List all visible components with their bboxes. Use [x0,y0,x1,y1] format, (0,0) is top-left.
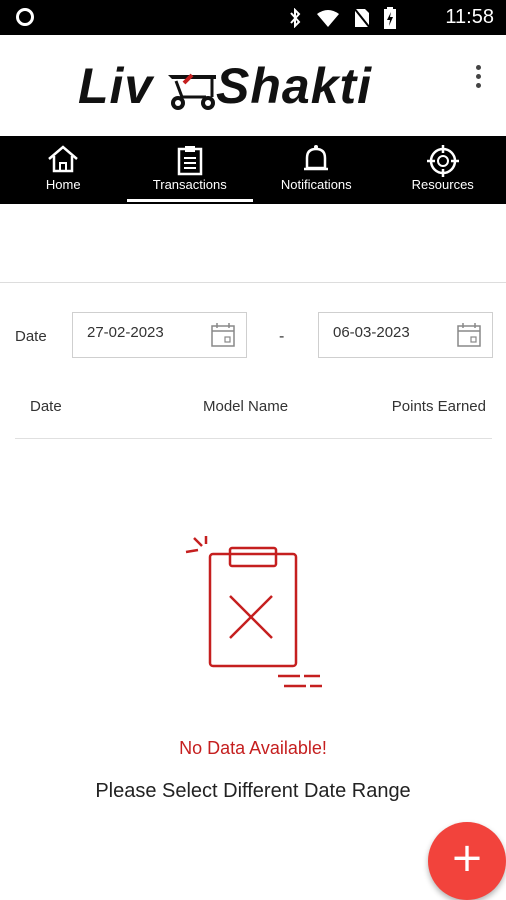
crosshair-icon [426,145,459,177]
tab-transactions-label: Transactions [152,177,227,192]
bluetooth-icon [290,8,301,28]
calendar-icon[interactable] [456,322,482,348]
calendar-icon[interactable] [210,322,236,348]
wifi-icon [317,10,339,27]
home-icon [48,145,79,173]
tab-home[interactable]: Home [0,136,127,204]
content-spacer [0,204,506,283]
tab-resources-label: Resources [411,177,474,192]
from-date-value: 27-02-2023 [87,324,164,341]
column-header-date: Date [30,398,62,415]
date-filter: Date 27-02-2023 - 06-03-2023 [0,312,506,360]
tab-transactions[interactable]: Transactions [126,136,254,204]
tab-notifications[interactable]: Notifications [253,136,380,204]
notification-dot-icon [16,8,34,26]
to-date-field[interactable]: 06-03-2023 [318,312,493,358]
no-sim-icon [354,8,370,28]
table-header: Date Model Name Points Earned [15,388,492,439]
bell-icon [304,145,329,171]
to-date-value: 06-03-2023 [333,324,410,341]
app-logo: Liv Shakti [78,57,408,119]
date-separator: - [279,328,285,345]
tab-bar: Home Transactions Notifications Resource… [0,136,506,204]
scooter-icon [168,73,216,110]
plus-icon: + [450,835,484,881]
date-label: Date [15,328,47,345]
add-button[interactable]: + [428,822,506,900]
clipboard-icon [177,146,202,176]
status-time: 11:58 [445,6,494,28]
more-vertical-icon[interactable] [474,65,482,91]
column-header-model-name: Model Name [203,398,289,415]
tab-home-label: Home [45,177,81,192]
app-header: Liv Shakti [0,35,506,136]
empty-clipboard-icon [185,536,322,688]
from-date-field[interactable]: 27-02-2023 [72,312,247,358]
tab-resources[interactable]: Resources [380,136,506,204]
empty-state-subtitle: Please Select Different Date Range [95,780,411,802]
logo-text-left: Liv [78,58,154,114]
column-header-points-earned: Points Earned [391,398,486,415]
tab-notifications-label: Notifications [280,177,352,192]
empty-state-title: No Data Available! [179,738,327,758]
logo-text-right: Shakti [216,58,373,114]
battery-charging-icon [384,7,396,29]
status-bar: 11:58 [0,0,506,35]
